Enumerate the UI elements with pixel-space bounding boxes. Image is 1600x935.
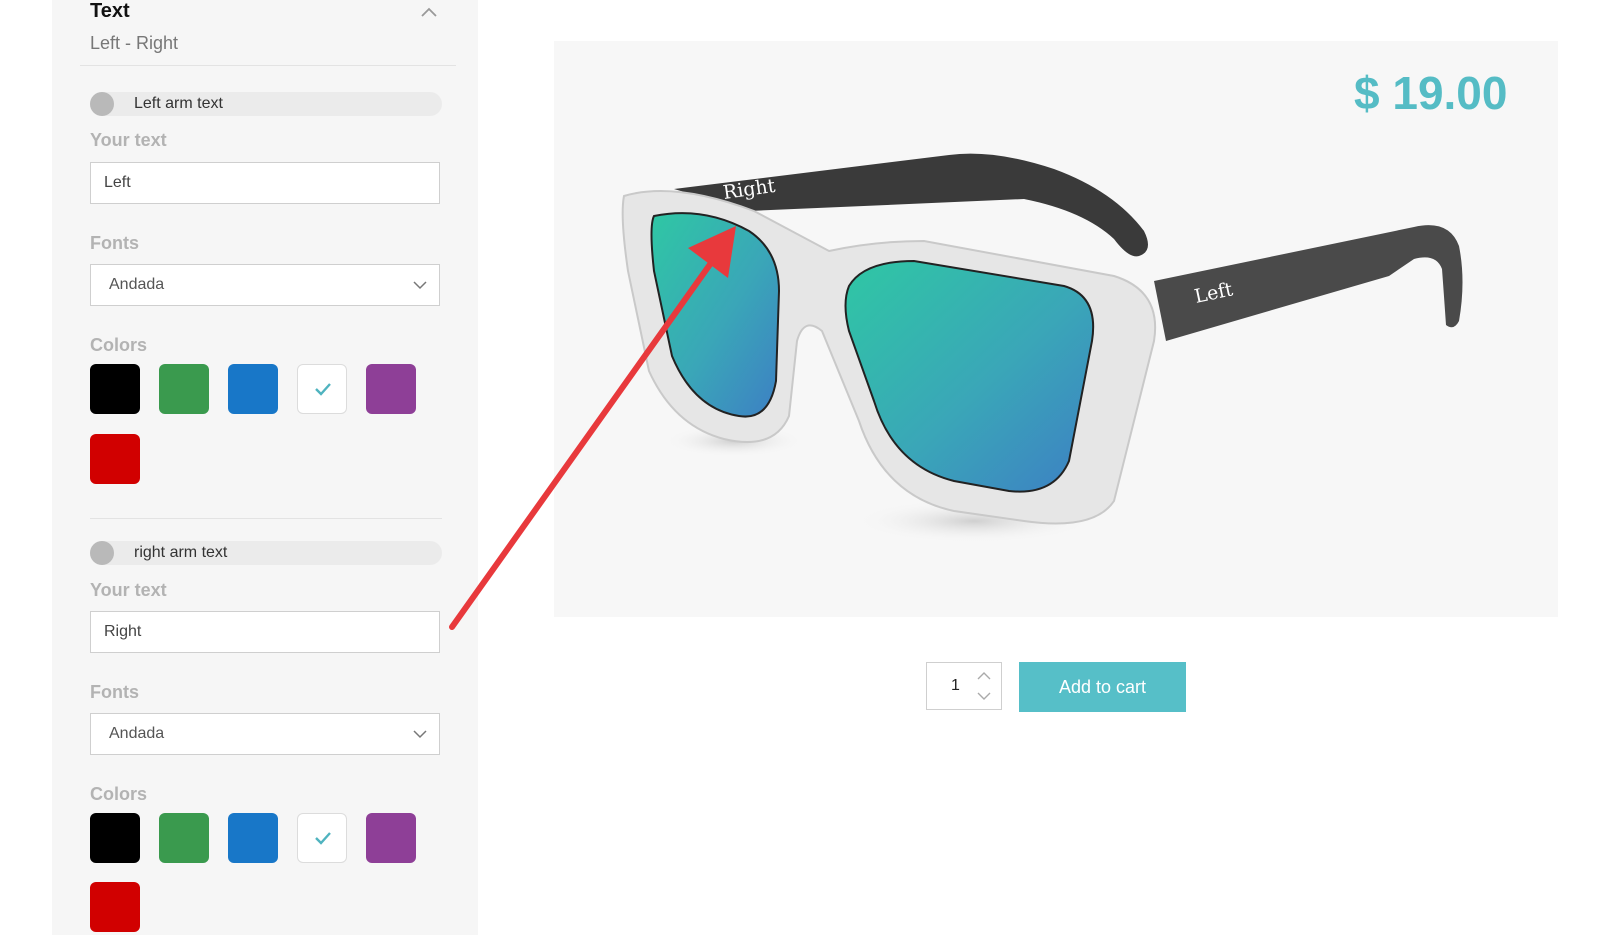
fonts-label: Fonts [90, 233, 139, 253]
toggle-label: right arm text [134, 544, 228, 561]
checkmark-icon [315, 832, 331, 845]
toggle-label: Left arm text [134, 95, 223, 112]
checkmark-icon [315, 383, 331, 396]
chevron-down-icon[interactable] [977, 692, 991, 701]
color-swatch-black[interactable] [90, 364, 140, 414]
colors-label: Colors [90, 784, 148, 804]
panel-summary: Left - Right [90, 33, 179, 53]
your-text-label: Your text [90, 580, 167, 600]
divider [80, 65, 456, 66]
color-swatch-green[interactable] [159, 813, 209, 863]
color-swatch-blue[interactable] [228, 364, 278, 414]
color-swatch-green[interactable] [159, 364, 209, 414]
color-swatch-white[interactable] [297, 813, 347, 863]
toggle-knob [90, 541, 114, 565]
quantity-stepper[interactable]: 1 [926, 662, 1002, 710]
right-arm-text-toggle[interactable]: right arm text [90, 541, 442, 565]
font-select-value: Andada [109, 725, 165, 742]
left-arm-font-select[interactable]: Andada [90, 264, 440, 306]
toggle-knob [90, 92, 114, 116]
colors-label: Colors [90, 335, 148, 355]
chevron-up-icon[interactable] [420, 6, 438, 18]
color-swatch-purple[interactable] [366, 813, 416, 863]
product-price: $ 19.00 [1354, 67, 1508, 119]
left-arm-text-toggle[interactable]: Left arm text [90, 92, 442, 116]
chevron-down-icon [413, 281, 427, 290]
add-to-cart-button[interactable]: Add to cart [1019, 662, 1186, 712]
color-swatch-purple[interactable] [366, 364, 416, 414]
your-text-label: Your text [90, 130, 167, 150]
color-swatch-white[interactable] [297, 364, 347, 414]
color-swatch-black[interactable] [90, 813, 140, 863]
chevron-up-icon[interactable] [977, 671, 991, 680]
right-arm-text-input[interactable] [90, 611, 440, 653]
color-swatch-red[interactable] [90, 882, 140, 932]
color-swatch-red[interactable] [90, 434, 140, 484]
right-arm-font-select[interactable]: Andada [90, 713, 440, 755]
left-arm-text-input[interactable] [90, 162, 440, 204]
font-select-value: Andada [109, 276, 165, 293]
chevron-down-icon [413, 730, 427, 739]
sunglasses-image: Right Left [621, 153, 1463, 543]
quantity-value: 1 [951, 677, 960, 694]
divider [90, 518, 442, 519]
color-swatch-blue[interactable] [228, 813, 278, 863]
fonts-label: Fonts [90, 682, 139, 702]
panel-title: Text [90, 0, 130, 22]
